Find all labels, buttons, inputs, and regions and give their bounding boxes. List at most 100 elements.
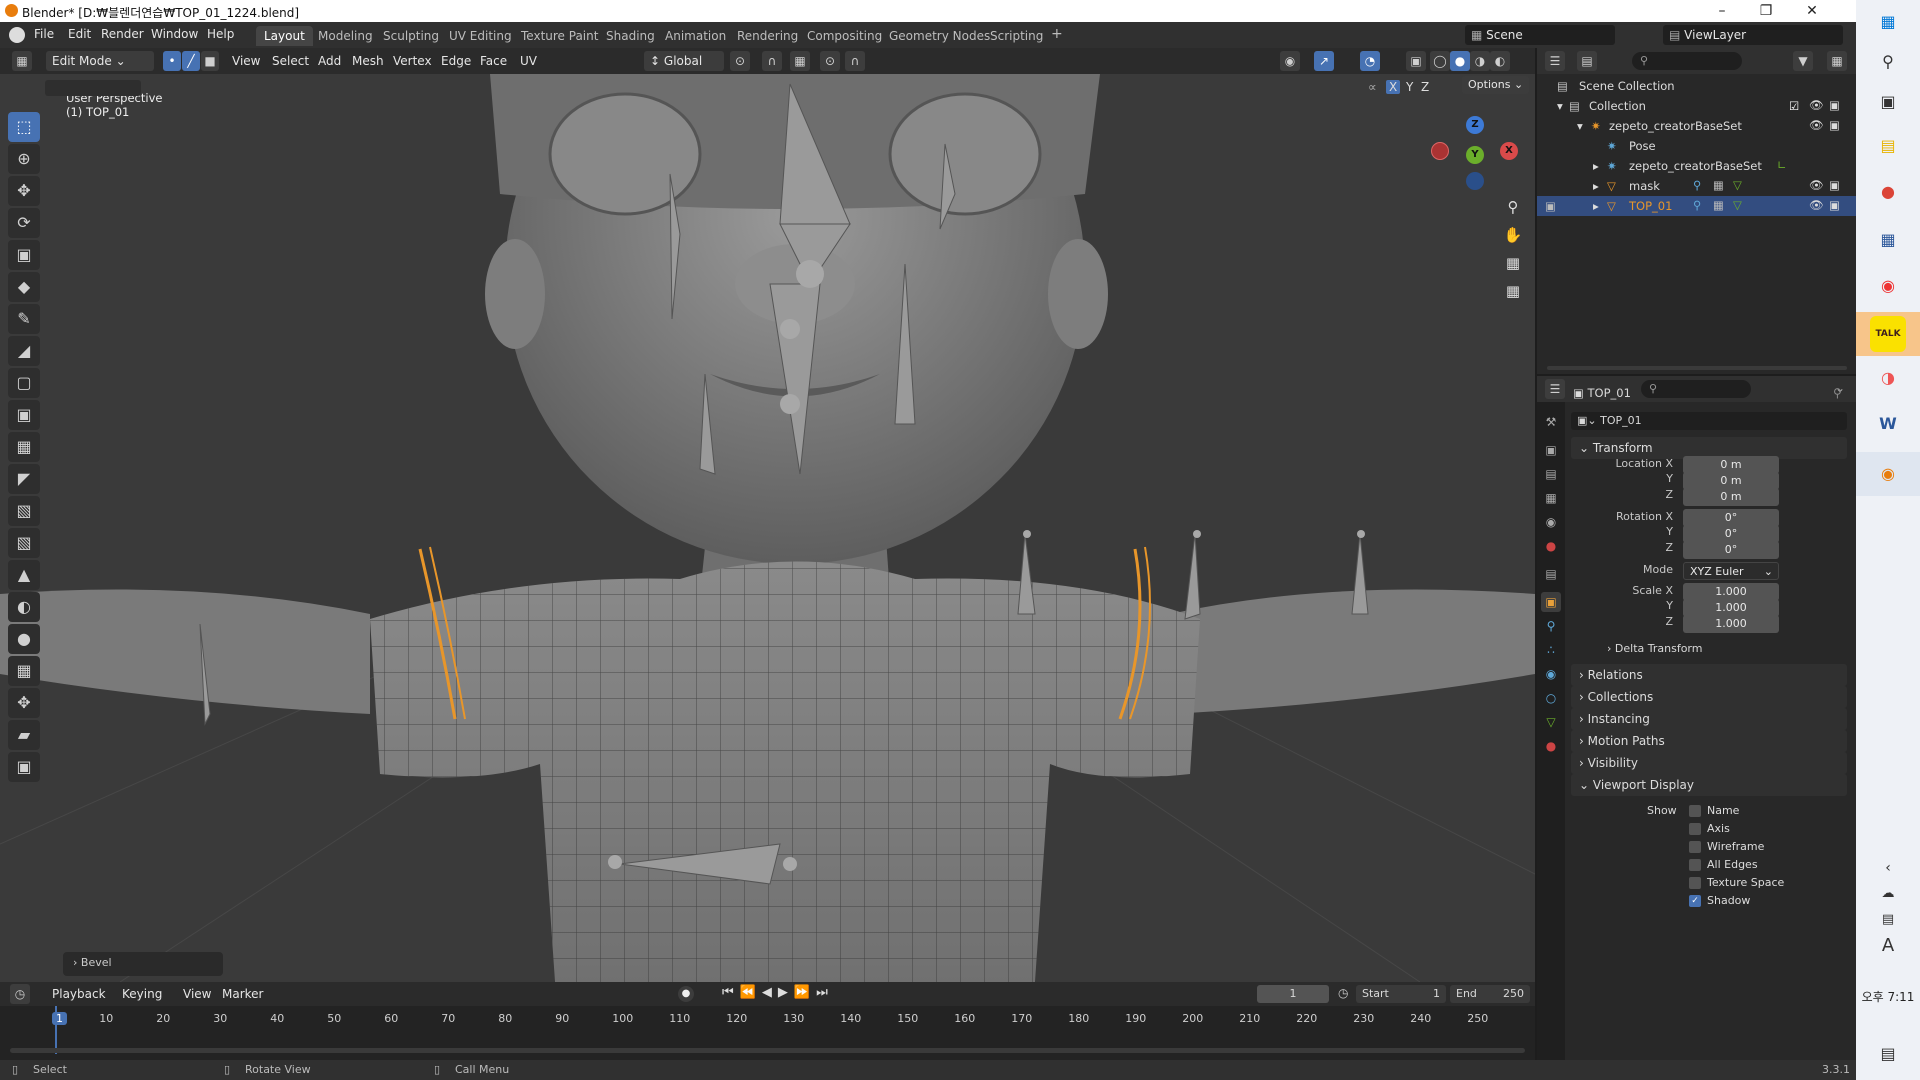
show-wireframe-checkbox[interactable] [1689, 841, 1701, 853]
tab-animation[interactable]: Animation [657, 26, 734, 46]
shear-tool-icon[interactable]: ▰ [8, 720, 40, 750]
notification-icon[interactable]: ▤ [1870, 1036, 1906, 1072]
vertex-select-icon[interactable]: • [163, 51, 181, 71]
transform-orientation[interactable]: ↕ Global [644, 51, 724, 71]
start-frame-field[interactable]: Start 1 [1356, 985, 1446, 1003]
file-explorer-icon[interactable]: ▤ [1870, 128, 1906, 164]
end-frame-field[interactable]: End 250 [1450, 985, 1530, 1003]
menu-keying[interactable]: Keying [122, 987, 162, 1001]
scene-selector[interactable]: ▦ Scene [1465, 25, 1615, 45]
grid-view-icon[interactable]: ▦ [1500, 278, 1526, 304]
cursor-tool-icon[interactable]: ⊕ [8, 144, 40, 174]
camera-icon[interactable]: ▣ [1829, 118, 1840, 132]
material-shading-icon[interactable]: ◑ [1470, 51, 1490, 71]
knife-tool-icon[interactable]: ▧ [8, 528, 40, 558]
camera-icon[interactable]: ▦ [1500, 250, 1526, 276]
eye-icon[interactable]: 👁 [1809, 118, 1824, 132]
camera-icon[interactable]: ▣ [1829, 178, 1840, 192]
timeline-editor-icon[interactable]: ◷ [10, 984, 30, 1004]
motion-paths-panel[interactable]: › Motion Paths [1571, 730, 1847, 752]
chrome-icon[interactable]: ● [1870, 174, 1906, 210]
properties-editor-icon[interactable]: ☰ [1545, 379, 1565, 399]
blender-menu-icon[interactable] [9, 27, 25, 43]
outliner-row-armature-data[interactable]: ▸ ✷ zepeto_creatorBaseSet ∟ [1537, 156, 1856, 176]
outliner-row-top01[interactable]: ▣ ▸ ▽ TOP_01 ⚲ ▦ ▽ 👁 ▣ [1537, 196, 1856, 216]
paint-icon[interactable]: ◑ [1870, 360, 1906, 396]
task-view-icon[interactable]: ▣ [1870, 84, 1906, 120]
proportional-edit-icon[interactable]: ⊙ [820, 51, 840, 71]
timeline-scrollbar[interactable] [10, 1048, 1525, 1053]
rip-tool-icon[interactable]: ▣ [8, 752, 40, 782]
outliner-editor-icon[interactable]: ☰ [1545, 51, 1565, 71]
menu-file[interactable]: File [34, 27, 54, 41]
expand-icon[interactable]: ▾ [1577, 119, 1583, 133]
scale-tool-icon[interactable]: ▣ [8, 240, 40, 270]
instancing-panel[interactable]: › Instancing [1571, 708, 1847, 730]
current-frame-field[interactable]: 1 [1257, 985, 1329, 1003]
axis-y-toggle[interactable]: Y [1403, 80, 1416, 94]
xray-toggle-icon[interactable]: ▣ [1406, 51, 1426, 71]
rotation-mode-select[interactable]: XYZ Euler ⌄ [1683, 562, 1779, 580]
word-icon[interactable]: W [1870, 406, 1906, 442]
output-tab-icon[interactable]: ▤ [1541, 464, 1561, 484]
select-box-modes[interactable] [45, 80, 141, 96]
blender-taskbar-icon[interactable]: ◉ [1870, 456, 1906, 492]
minimize-button[interactable]: – [1700, 0, 1744, 22]
expand-icon[interactable]: ▸ [1593, 179, 1599, 193]
tool-tab-icon[interactable]: ⚒ [1541, 412, 1561, 432]
solid-shading-icon[interactable]: ● [1450, 51, 1470, 71]
overlay-toggle-icon[interactable]: ◔ [1360, 51, 1380, 71]
tab-sculpting[interactable]: Sculpting [375, 26, 447, 46]
menu-window[interactable]: Window [151, 27, 198, 41]
ime-indicator[interactable]: A [1870, 928, 1906, 964]
viewport-display-panel[interactable]: ⌄ Viewport Display [1571, 774, 1847, 796]
show-shadow-checkbox[interactable]: ✓ [1689, 895, 1701, 907]
menu-vertex[interactable]: Vertex [393, 54, 432, 68]
axis-x-toggle[interactable]: X [1386, 80, 1401, 94]
outliner-row-scene-collection[interactable]: ▤ Scene Collection [1537, 76, 1856, 96]
windows-start-icon[interactable]: ▦ [1870, 4, 1906, 40]
pan-hand-icon[interactable]: ✋ [1500, 222, 1526, 248]
menu-mesh[interactable]: Mesh [352, 54, 384, 68]
playhead[interactable] [55, 1006, 57, 1054]
gizmo-y-axis[interactable]: Y [1466, 146, 1484, 164]
axis-z-toggle[interactable]: Z [1418, 80, 1432, 94]
select-box-tool-icon[interactable]: ⬚ [8, 112, 40, 142]
expand-icon[interactable]: ▾ [1557, 99, 1563, 113]
tab-scripting[interactable]: Scripting [982, 26, 1051, 46]
navigation-gizmo[interactable]: Z Y X [1430, 104, 1520, 204]
add-cube-tool-icon[interactable]: ▢ [8, 368, 40, 398]
gizmo-neg-z[interactable] [1466, 172, 1484, 190]
operator-panel[interactable]: › Bevel [63, 952, 223, 976]
snap-target-icon[interactable]: ▦ [790, 51, 810, 71]
tab-rendering[interactable]: Rendering [729, 26, 806, 46]
scene-tab-icon[interactable]: ◉ [1541, 512, 1561, 532]
pin-icon[interactable]: ⚲ [1833, 386, 1842, 400]
edge-select-icon[interactable]: ╱ [182, 51, 200, 71]
rotation-z-field[interactable]: 0° [1683, 541, 1779, 559]
new-collection-icon[interactable]: ▦ [1827, 51, 1847, 71]
outliner-row-armature[interactable]: ▾ ✷ zepeto_creatorBaseSet 👁 ▣ [1537, 116, 1856, 136]
data-tab-icon[interactable]: ▽ [1541, 712, 1561, 732]
camera-icon[interactable]: ▣ [1829, 98, 1840, 112]
smooth-tool-icon[interactable]: ● [8, 624, 40, 654]
show-all-edges-checkbox[interactable] [1689, 859, 1701, 871]
poly-build-tool-icon[interactable]: ▲ [8, 560, 40, 590]
menu-marker[interactable]: Marker [222, 987, 263, 1001]
zoom-icon[interactable]: ⚲ [1500, 194, 1526, 220]
rendered-shading-icon[interactable]: ◐ [1490, 51, 1510, 71]
outliner-row-mask[interactable]: ▸ ▽ mask ⚲ ▦ ▽ 👁 ▣ [1537, 176, 1856, 196]
rotate-tool-icon[interactable]: ⟳ [8, 208, 40, 238]
display-mode-icon[interactable]: ▤ [1577, 51, 1597, 71]
wireframe-shading-icon[interactable]: ◯ [1430, 51, 1450, 71]
scale-z-field[interactable]: 1.000 [1683, 615, 1779, 633]
menu-render[interactable]: Render [101, 27, 144, 41]
extrude-tool-icon[interactable]: ▣ [8, 400, 40, 430]
menu-timeline-view[interactable]: View [183, 987, 211, 1001]
visibility-panel[interactable]: › Visibility [1571, 752, 1847, 774]
menu-select[interactable]: Select [272, 54, 309, 68]
modifier-tab-icon[interactable]: ⚲ [1541, 616, 1561, 636]
show-texture-space-checkbox[interactable] [1689, 877, 1701, 889]
delta-transform-subpanel[interactable]: › Delta Transform [1607, 642, 1702, 655]
filter-icon[interactable]: ▼ [1793, 51, 1813, 71]
